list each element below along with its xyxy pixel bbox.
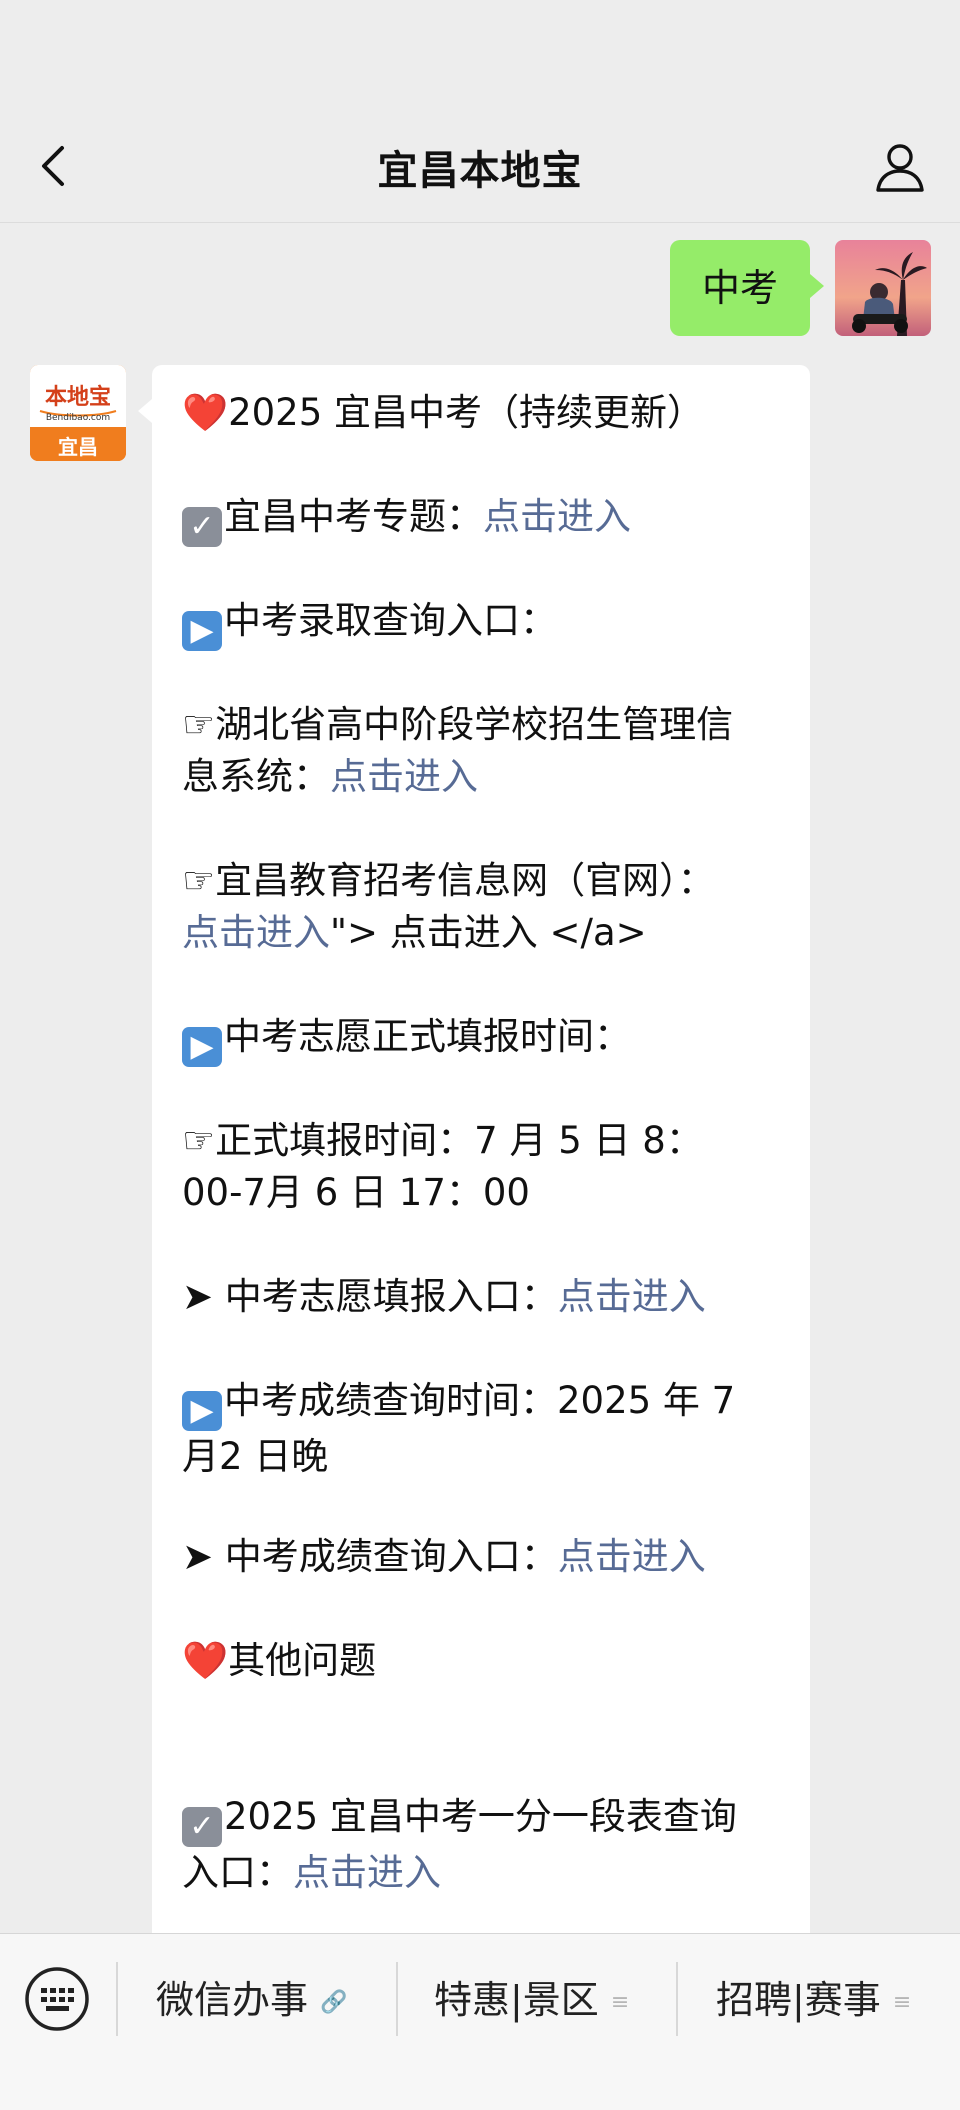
status-bar <box>0 0 960 110</box>
pointing-hand-icon: ☞ <box>182 703 216 746</box>
received-message-bubble: ❤️2025 宜昌中考（持续更新） ✓ 宜昌中考专题：点击进入 ▶ 中考录取查询入口… <box>138 365 810 1933</box>
arrow-icon: ➤ <box>182 1535 214 1578</box>
message-line: ☞湖北省高中阶段学校招生管理信 息系统：点击进入 <box>182 703 734 798</box>
sent-message-text: 中考 <box>701 266 778 310</box>
menu-item-wechat-service[interactable]: 微信办事 🔗 <box>156 1970 347 2030</box>
check-box-icon: ✓ <box>182 1807 222 1847</box>
message-line: ✓ 宜昌中考专题：点击进入 <box>182 491 782 547</box>
message-line: ☞宜昌教育招考信息网（官网）： 点击进入"> 点击进入 </a> <box>182 859 715 954</box>
chat-title: 宜昌本地宝 <box>377 148 583 194</box>
message-line: ▶ 中考录取查询入口： <box>182 595 782 651</box>
message-line: ✓ 2025 宜昌中考一分一段表查询 入口：点击进入 <box>182 1795 737 1894</box>
message-line: ▶ 中考志愿正式填报时间： <box>182 1011 782 1067</box>
heart-icon: ❤️ <box>182 1639 229 1682</box>
link-admission-system[interactable]: 点击进入 <box>330 755 478 798</box>
message-line: ❤️其他问题 <box>182 1639 377 1682</box>
menu-item-deals-scenic[interactable]: 特惠|景区 ≡ <box>434 1970 629 2030</box>
play-button-icon: ▶ <box>182 1391 222 1431</box>
link-education-site[interactable]: 点击进入 <box>182 911 330 954</box>
avatar-brand-text: 本地宝 <box>44 384 111 410</box>
link-topic[interactable]: 点击进入 <box>483 495 631 538</box>
sunset-avatar-image <box>835 240 931 336</box>
play-button-icon: ▶ <box>182 1027 222 1067</box>
pointing-hand-icon: ☞ <box>182 1119 216 1162</box>
my-avatar[interactable] <box>835 240 931 336</box>
avatar-domain-text: Bendibao.com <box>45 413 111 423</box>
check-box-icon: ✓ <box>182 507 222 547</box>
menu-lines-icon: ≡ <box>892 1990 912 2015</box>
menu-divider <box>676 1962 678 2036</box>
sent-message-bubble[interactable]: 中考 <box>670 240 824 336</box>
menu-lines-icon: ≡ <box>610 1990 630 2015</box>
message-line: ☞正式填报时间：7 月 5 日 8： 00-7月 6 日 17：00 <box>182 1119 703 1214</box>
bendibao-avatar[interactable]: 本地宝 Bendibao.com 宜昌 <box>30 365 126 461</box>
message-line: ➤ 中考志愿填报入口：点击进入 <box>182 1275 706 1318</box>
menu-item-jobs-events[interactable]: 招聘|赛事 ≡ <box>716 1970 911 2030</box>
menu-divider <box>396 1962 398 2036</box>
bottom-menu-bar: 微信办事 🔗 特惠|景区 ≡ 招聘|赛事 ≡ <box>0 1933 960 2110</box>
message-line: ❤️2025 宜昌中考（持续更新） <box>182 391 705 434</box>
chat-header: 宜昌本地宝 <box>0 110 960 223</box>
menu-divider <box>116 1962 118 2036</box>
avatar-city-text: 宜昌 <box>58 435 98 459</box>
pointing-hand-icon: ☞ <box>182 859 216 902</box>
keyboard-icon[interactable] <box>24 1966 90 2032</box>
link-icon: 🔗 <box>320 1990 348 2015</box>
chat-area[interactable]: 中考 本地宝 Bendibao.com 宜昌 ❤️2025 宜昌中考（持续更新）… <box>0 223 960 1933</box>
link-score-query[interactable]: 点击进入 <box>558 1535 706 1578</box>
link-application[interactable]: 点击进入 <box>558 1275 706 1318</box>
link-score-table[interactable]: 点击进入 <box>293 1851 441 1894</box>
profile-icon[interactable] <box>872 138 928 194</box>
arrow-icon: ➤ <box>182 1275 214 1318</box>
message-line: ➤ 中考成绩查询入口：点击进入 <box>182 1535 706 1578</box>
message-line: ▶ 中考成绩查询时间：2025 年 7 月2 日晚 <box>182 1379 736 1478</box>
play-button-icon: ▶ <box>182 611 222 651</box>
heart-icon: ❤️ <box>182 391 229 434</box>
